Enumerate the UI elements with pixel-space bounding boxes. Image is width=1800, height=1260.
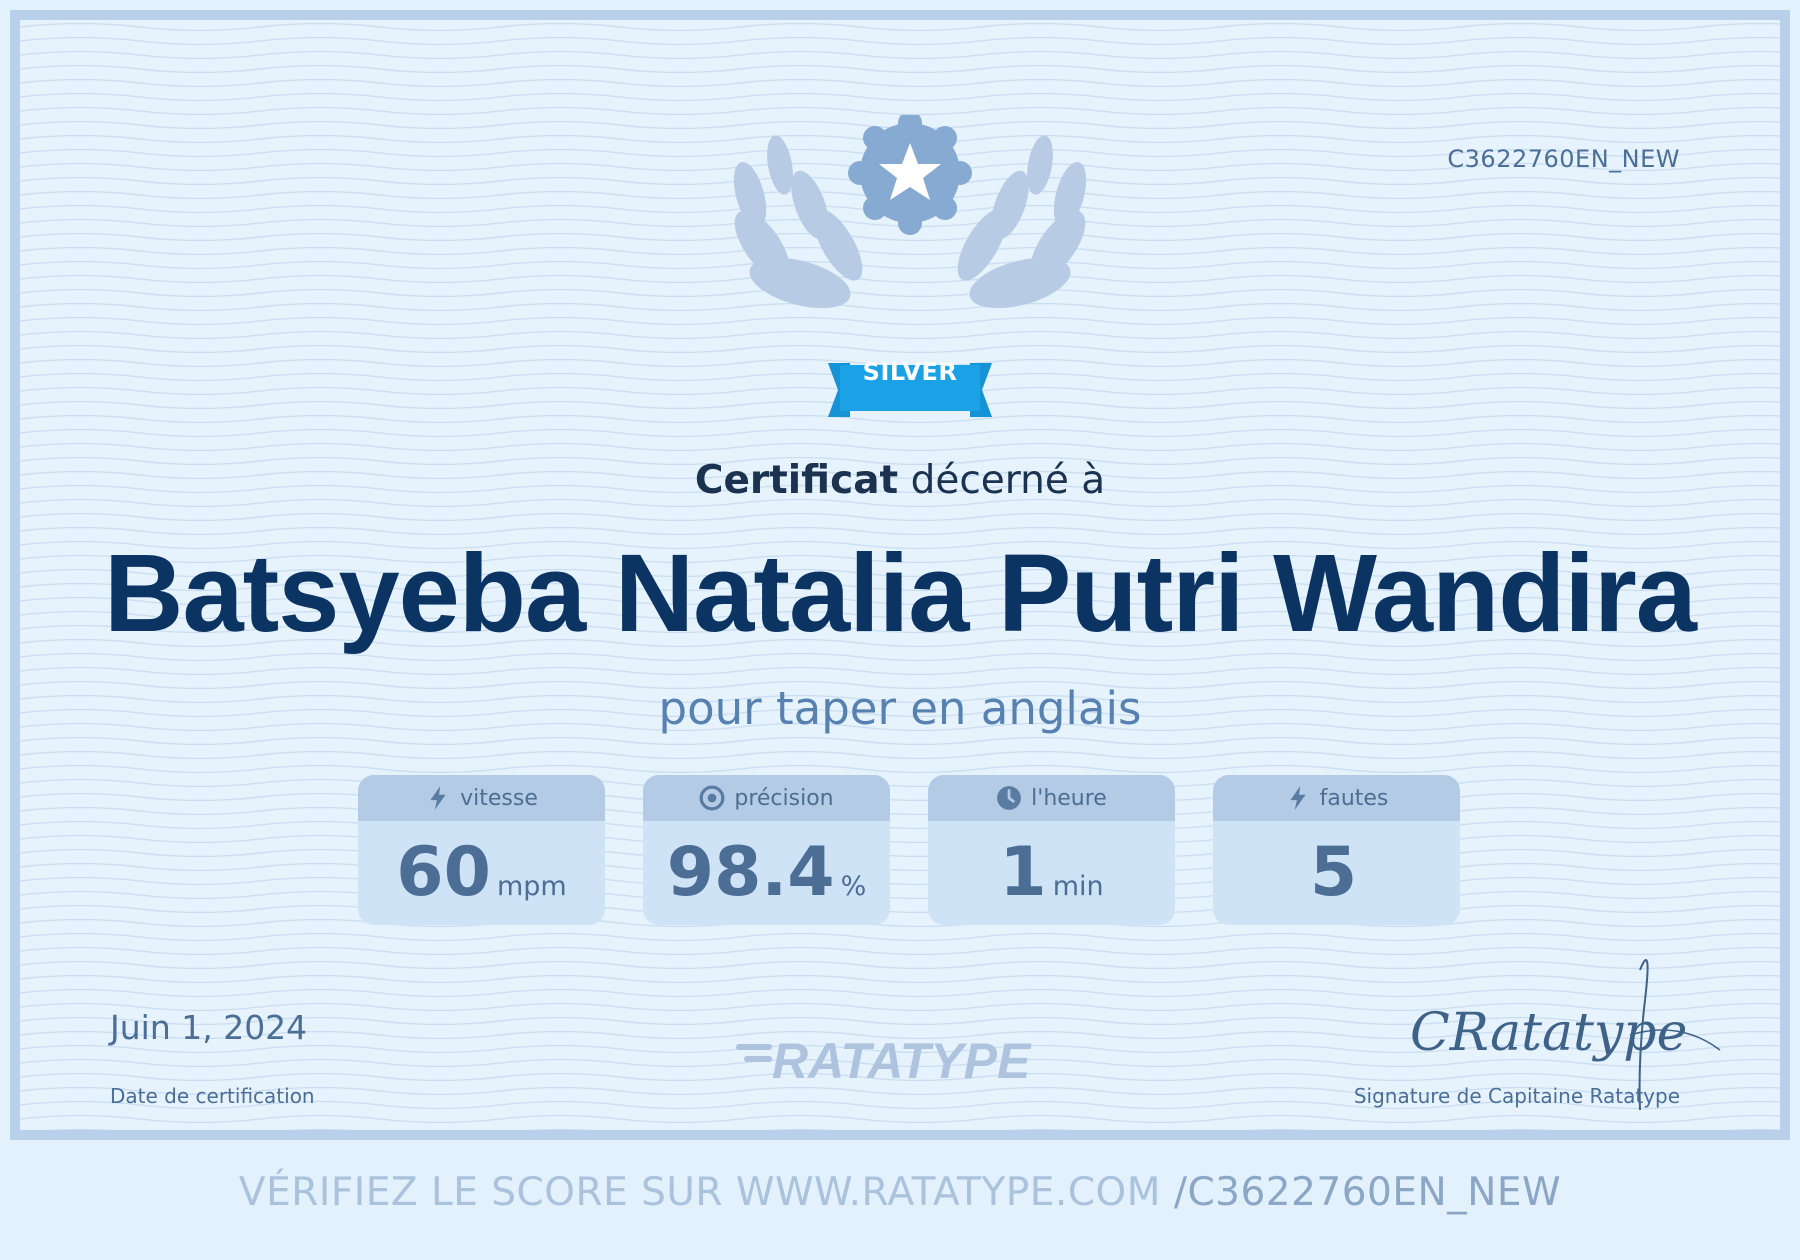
stat-card-accuracy: précision 98.4 % [643, 775, 890, 925]
svg-text:CRatatype: CRatatype [1410, 1003, 1687, 1063]
certificate-subtitle: pour taper en anglais [658, 682, 1142, 735]
clock-icon [997, 786, 1022, 810]
awarded-bold: Certificat [694, 458, 899, 503]
stat-card-speed: vitesse 60 mpm [358, 775, 605, 925]
verify-prefix: VÉRIFIEZ LE SCORE SUR WWW.RATATYPE.COM [238, 1170, 1161, 1215]
awarded-heading: Certificat décerné à [20, 458, 1780, 503]
lightning-icon [430, 786, 446, 810]
stat-label: fautes [1319, 785, 1389, 811]
awarded-rest: décerné à [898, 458, 1106, 503]
laurel-emblem-icon [733, 115, 1087, 417]
stat-unit: min [1052, 871, 1104, 902]
svg-text:RATATYPE: RATATYPE [772, 1033, 1032, 1089]
recipient-name: Batsyeba Natalia Putri Wandira [104, 532, 1697, 655]
ratatype-logo: RATATYPE [736, 1033, 1032, 1089]
stat-unit: mpm [496, 871, 567, 902]
date-caption: Date de certification [110, 1084, 315, 1108]
stat-label: vitesse [460, 785, 538, 811]
stats-row: vitesse 60 mpm précision 98.4 % l'heure [358, 775, 1460, 925]
certificate-frame: C3622760EN_NEW SILVER Certificat décerné… [10, 10, 1790, 1140]
signature-caption: Signature de Capitaine Ratatype [1353, 1084, 1680, 1108]
stat-value: 1 [999, 833, 1047, 912]
target-icon [699, 785, 725, 811]
certificate-code: C3622760EN_NEW [1447, 145, 1680, 173]
stat-value: 98.4 [666, 833, 835, 912]
certification-date: Juin 1, 2024 [110, 1008, 308, 1047]
lightning-icon [1290, 786, 1306, 810]
stat-value: 60 [396, 833, 491, 912]
verify-score-line: VÉRIFIEZ LE SCORE SUR WWW.RATATYPE.COM /… [0, 1170, 1800, 1215]
stat-unit: % [840, 871, 867, 902]
stat-label: l'heure [1031, 785, 1107, 811]
verify-code-link[interactable]: /C3622760EN_NEW [1174, 1170, 1561, 1215]
stat-card-errors: fautes 5 [1213, 775, 1460, 925]
silver-badge: SILVER [862, 358, 958, 386]
stat-value: 5 [1309, 833, 1358, 912]
stat-label: précision [734, 785, 834, 811]
stat-card-time: l'heure 1 min [928, 775, 1175, 925]
